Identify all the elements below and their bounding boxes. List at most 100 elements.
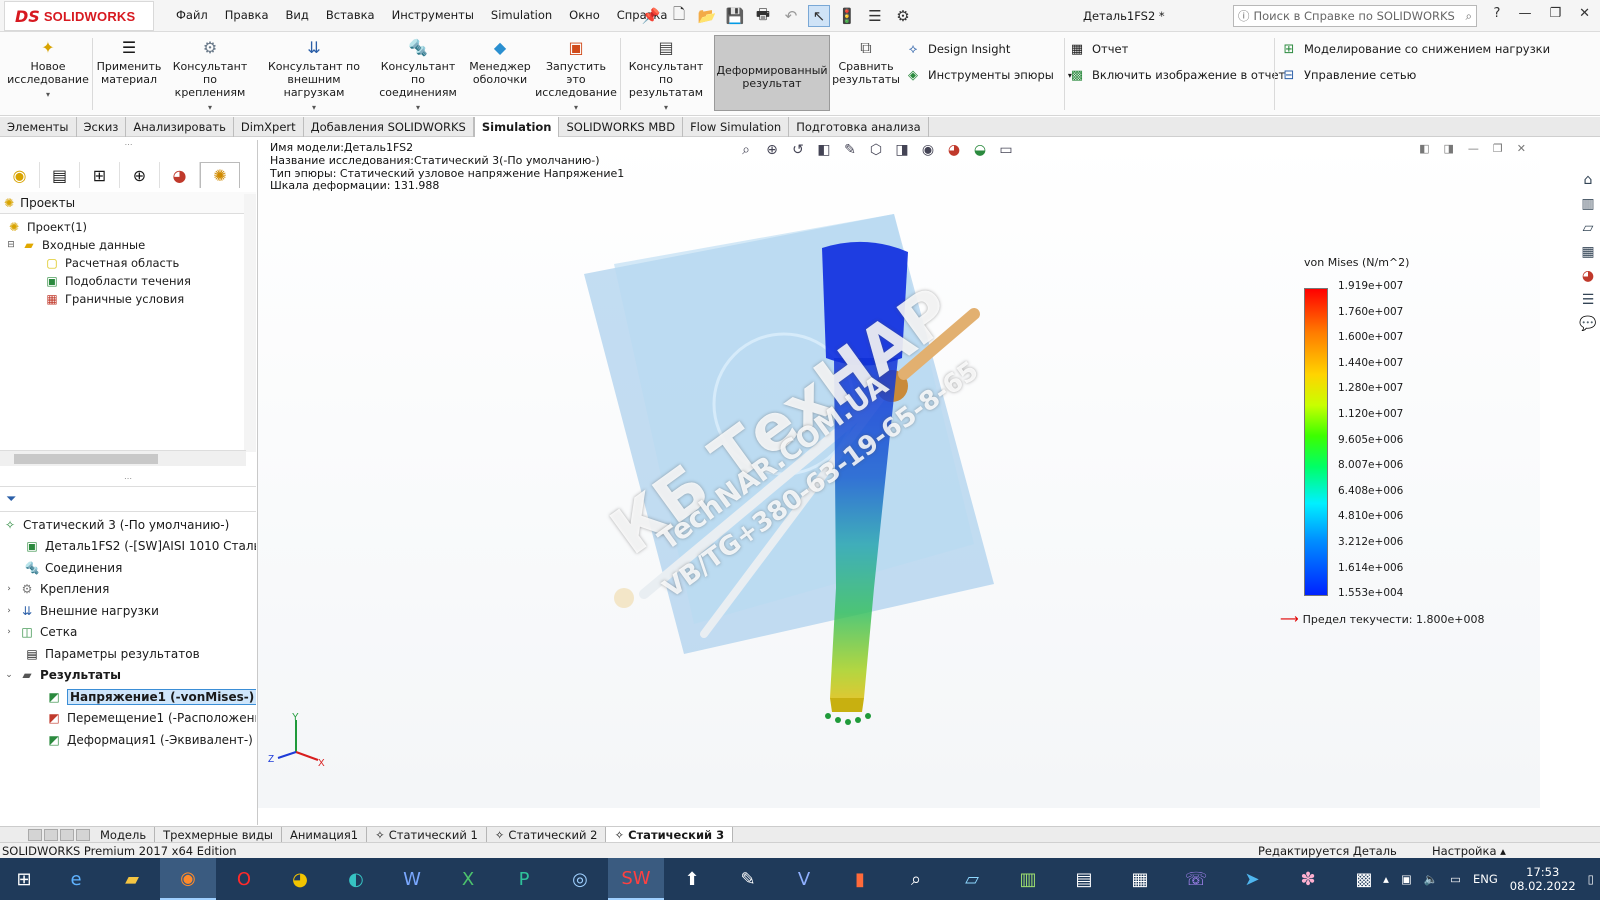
cad-viewer-icon[interactable]: ◎ bbox=[552, 858, 608, 900]
collapse-icon[interactable]: ⊟ bbox=[6, 240, 16, 250]
close-icon[interactable]: ✕ bbox=[1579, 6, 1590, 21]
new-study-button[interactable]: ✦ Новое исследование ▾ bbox=[7, 36, 89, 101]
chevron-down-icon[interactable]: ▾ bbox=[312, 101, 316, 114]
chevron-down-icon[interactable]: ▾ bbox=[574, 101, 578, 114]
opera-icon[interactable]: O bbox=[216, 858, 272, 900]
file-explorer-icon[interactable]: ▱ bbox=[1576, 216, 1600, 240]
traffic-light-icon[interactable]: 🚦 bbox=[836, 5, 858, 27]
tree-item-results[interactable]: ⌄ ▰ Результаты bbox=[0, 665, 256, 687]
tile-right-icon[interactable]: ◨ bbox=[1444, 142, 1454, 155]
menu-edit[interactable]: Правка bbox=[225, 8, 269, 22]
tree-item-connections[interactable]: 🔩 Соединения bbox=[0, 557, 256, 579]
viewport-restore-icon[interactable]: ❐ bbox=[1493, 142, 1503, 155]
appearances-icon[interactable]: ◕ bbox=[1576, 264, 1600, 288]
calculator-icon[interactable]: ▦ bbox=[1112, 858, 1168, 900]
design-insight-button[interactable]: ⟡ Design Insight bbox=[904, 40, 1011, 58]
viewport-minimize-icon[interactable]: — bbox=[1468, 142, 1479, 155]
tab-features[interactable]: Элементы bbox=[0, 117, 77, 137]
design-library-icon[interactable]: ▥ bbox=[1576, 192, 1600, 216]
view-palette-icon[interactable]: ▦ bbox=[1576, 240, 1600, 264]
settings-app-icon[interactable]: ✽ bbox=[1280, 858, 1336, 900]
tab-static-2[interactable]: ✧ Статический 2 bbox=[487, 827, 607, 843]
telegram-icon[interactable]: ➤ bbox=[1224, 858, 1280, 900]
collapse-arrow-icon[interactable]: ⌄ bbox=[4, 670, 14, 680]
tab-mbd[interactable]: SOLIDWORKS MBD bbox=[559, 117, 684, 137]
connections-advisor-button[interactable]: 🔩 Консультант по соединениям ▾ bbox=[374, 36, 462, 114]
solidworks-logo[interactable]: DS SOLIDWORKS bbox=[4, 1, 154, 31]
menu-view[interactable]: Вид bbox=[286, 8, 309, 22]
publisher-icon[interactable]: P bbox=[496, 858, 552, 900]
tree-item-stress-plot[interactable]: ◩ Напряжение1 (-vonMises-) bbox=[0, 686, 256, 708]
expand-arrow-icon[interactable]: › bbox=[4, 584, 14, 594]
vertical-scrollbar[interactable] bbox=[244, 194, 256, 452]
filter-icon[interactable]: ⏷ bbox=[6, 492, 16, 507]
fixtures-advisor-button[interactable]: ⚙ Консультант по креплениям ▾ bbox=[166, 36, 254, 114]
save-icon[interactable]: 💾 bbox=[724, 5, 746, 27]
last-tab-icon[interactable] bbox=[76, 828, 90, 841]
view-orientation-icon[interactable]: ⬡ bbox=[866, 142, 886, 158]
tile-left-icon[interactable]: ◧ bbox=[1419, 142, 1429, 155]
loads-advisor-button[interactable]: ⇊ Консультант по внешним нагрузкам ▾ bbox=[260, 36, 368, 114]
custom-properties-icon[interactable]: ☰ bbox=[1576, 288, 1600, 312]
zoom-to-fit-icon[interactable]: ⌕ bbox=[736, 142, 756, 158]
menu-simulation[interactable]: Simulation bbox=[491, 8, 552, 22]
monitor-app-icon[interactable]: ▤ bbox=[1056, 858, 1112, 900]
help-search-box[interactable]: ⓘ Поиск в Справке по SOLIDWORKS ⌕ bbox=[1233, 5, 1477, 27]
tab-model[interactable]: Модель bbox=[92, 827, 156, 843]
section-view-icon[interactable]: ◧ bbox=[814, 142, 834, 158]
customize-menu[interactable]: Настройка ▴ bbox=[1432, 844, 1506, 858]
tab-static-1[interactable]: ✧ Статический 1 bbox=[367, 827, 487, 843]
expand-arrow-icon[interactable]: › bbox=[4, 606, 14, 616]
tree-item-strain-plot[interactable]: ◩ Деформация1 (-Эквивалент-) bbox=[0, 729, 256, 751]
dynamic-annotation-icon[interactable]: ✎ bbox=[840, 142, 860, 158]
menu-insert[interactable]: Вставка bbox=[326, 8, 375, 22]
display-style-icon[interactable]: ◨ bbox=[892, 142, 912, 158]
magnifier-icon[interactable]: ⌕ bbox=[888, 858, 944, 900]
tab-evaluate[interactable]: Анализировать bbox=[126, 117, 234, 137]
tree-item-result-options[interactable]: ▤ Параметры результатов bbox=[0, 643, 256, 665]
upload-arrow-icon[interactable]: ⬆ bbox=[664, 858, 720, 900]
view-settings-icon[interactable]: ▭ bbox=[996, 142, 1016, 158]
zoom-to-area-icon[interactable]: ⊕ bbox=[762, 142, 782, 158]
viber-icon[interactable]: ☏ bbox=[1168, 858, 1224, 900]
tree-item-project[interactable]: ✺ Проект(1) bbox=[0, 218, 246, 236]
menu-file[interactable]: Файл bbox=[176, 8, 208, 22]
forum-icon[interactable]: 💬 bbox=[1576, 312, 1600, 336]
first-tab-icon[interactable] bbox=[28, 828, 42, 841]
flow-simulation-manager-icon[interactable]: ✺ bbox=[200, 162, 240, 188]
graphics-area[interactable]: Имя модели:Деталь1FS2 Название исследова… bbox=[258, 138, 1540, 808]
property-manager-icon[interactable]: ▤ bbox=[40, 162, 80, 188]
network-button[interactable]: ⊟ Управление сетью bbox=[1280, 66, 1417, 84]
tray-expand-icon[interactable]: ▴ bbox=[1383, 872, 1389, 886]
search-icon[interactable]: ⌕ bbox=[1466, 9, 1472, 24]
horizontal-scrollbar[interactable] bbox=[0, 450, 246, 466]
tab-3d-views[interactable]: Трехмерные виды bbox=[155, 827, 282, 843]
undo-icon[interactable]: ↶ bbox=[780, 5, 802, 27]
tab-analysis-prep[interactable]: Подготовка анализа bbox=[789, 117, 929, 137]
tab-dimxpert[interactable]: DimXpert bbox=[234, 117, 304, 137]
chevron-down-icon[interactable]: ▾ bbox=[664, 101, 668, 114]
chart-app-icon[interactable]: ▥ bbox=[1000, 858, 1056, 900]
expand-arrow-icon[interactable]: › bbox=[4, 627, 14, 637]
dimxpert-manager-icon[interactable]: ⊕ bbox=[120, 162, 160, 188]
visio-icon[interactable]: V bbox=[776, 858, 832, 900]
apply-material-button[interactable]: ☰ Применить материал bbox=[96, 36, 162, 86]
select-pointer-icon[interactable]: ↖ bbox=[808, 5, 830, 27]
help-menu-icon[interactable]: ? bbox=[1494, 6, 1501, 21]
chevron-down-icon[interactable]: ▾ bbox=[46, 88, 50, 101]
tree-item-study[interactable]: ✧ Статический 3 (-По умолчанию-) bbox=[0, 514, 256, 536]
pin-icon[interactable]: 📌 bbox=[640, 5, 662, 27]
compare-results-button[interactable]: ⧉ Сравнить результаты bbox=[832, 36, 900, 86]
chevron-down-icon[interactable]: ▾ bbox=[208, 101, 212, 114]
internet-explorer-icon[interactable]: e bbox=[48, 858, 104, 900]
menu-window[interactable]: Окно bbox=[569, 8, 600, 22]
home-icon[interactable]: ⌂ bbox=[1576, 168, 1600, 192]
notes-icon[interactable]: ▱ bbox=[944, 858, 1000, 900]
volume-icon[interactable]: 🔈 bbox=[1424, 872, 1438, 886]
solidworks-2017-icon[interactable]: SW bbox=[608, 858, 664, 900]
open-icon[interactable]: 📂 bbox=[696, 5, 718, 27]
hide-show-items-icon[interactable]: ◉ bbox=[918, 142, 938, 158]
notifications-icon[interactable]: ▯ bbox=[1588, 872, 1594, 886]
tab-simulation[interactable]: Simulation bbox=[473, 117, 560, 137]
pane-splitter[interactable]: ⋯ bbox=[0, 140, 257, 150]
